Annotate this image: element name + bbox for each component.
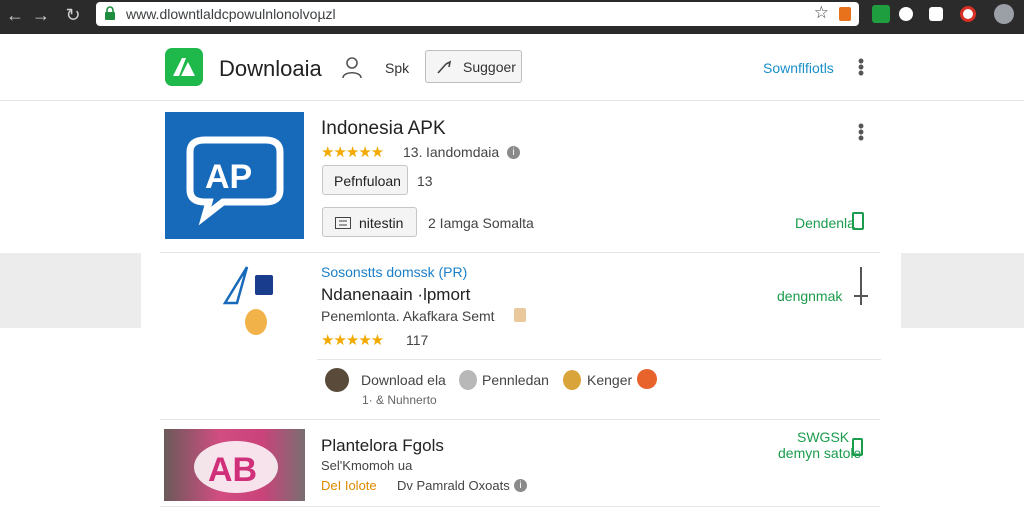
- download-link[interactable]: Dendenla: [795, 215, 855, 231]
- card1-more-icon[interactable]: • • •: [856, 117, 866, 147]
- details-button-label: nitestin: [359, 215, 404, 231]
- details-button[interactable]: nitestin: [322, 207, 417, 237]
- app-banner-image[interactable]: AB: [164, 429, 305, 501]
- download-link-line1[interactable]: SWGSK: [797, 429, 849, 445]
- info-icon[interactable]: i: [514, 479, 527, 492]
- app-subtitle: Sel'Kmomoh ua: [321, 458, 413, 473]
- url-text: www.dlowntlaldcpowulnlonolvoµzl: [126, 6, 336, 22]
- reviewer-name[interactable]: Pennledan: [482, 372, 549, 388]
- extension-icon[interactable]: [839, 7, 851, 21]
- reviewer-avatar[interactable]: [563, 370, 581, 390]
- lock-icon: [105, 6, 115, 20]
- share-icon: [437, 60, 452, 74]
- header-more-icon[interactable]: • • •: [856, 52, 866, 82]
- bookmark-star-icon[interactable]: ☆: [814, 3, 829, 23]
- app-tag: DeI Iolote: [321, 478, 377, 493]
- app-logo-icon: [223, 266, 273, 305]
- download-icon[interactable]: [852, 212, 864, 230]
- info-icon[interactable]: i: [507, 146, 520, 159]
- app-title[interactable]: Ndanenaain ·lpmort: [321, 285, 470, 305]
- card-divider: [160, 506, 880, 507]
- address-bar[interactable]: www.dlowntlaldcpowulnlonolvoµzl ☆: [96, 2, 859, 26]
- app-banner-art-icon: AB: [194, 441, 278, 493]
- rating-count: 117: [406, 332, 429, 348]
- reviewer-name[interactable]: Kenger: [587, 372, 632, 388]
- install-button[interactable]: Pefnfuloan: [322, 165, 408, 195]
- install-count: 13: [417, 173, 433, 189]
- reviewer-badge-icon: [637, 369, 657, 389]
- browser-toolbar: ← → ↻ www.dlowntlaldcpowulnlonolvoµzl ☆: [0, 0, 1024, 34]
- app-icon[interactable]: AP: [165, 112, 304, 239]
- download-icon[interactable]: [852, 438, 863, 456]
- extension-green-icon[interactable]: [872, 5, 890, 23]
- rating-stars: ★★★★★: [321, 144, 384, 161]
- app-chat-icon: AP: [186, 136, 284, 226]
- logo-mark-icon: [173, 58, 195, 76]
- reviewer-avatar[interactable]: [325, 368, 349, 392]
- rating-stars: ★★★★★: [321, 332, 384, 349]
- app-card-indonesia-apk[interactable]: AP Indonesia APK ★★★★★ 13. Iandomdaia i …: [160, 101, 880, 253]
- app-subtitle[interactable]: Sosonstts domssk (PR): [321, 264, 467, 280]
- header-right-link[interactable]: Sownflfiotls: [763, 60, 834, 76]
- svg-text:AP: AP: [205, 158, 252, 196]
- back-button[interactable]: ←: [4, 4, 26, 26]
- profile-avatar[interactable]: [994, 4, 1014, 24]
- rating-count: 13.: [403, 144, 423, 160]
- app-category: Iandomdaia: [426, 144, 500, 160]
- add-icon[interactable]: [854, 295, 868, 297]
- svg-text:AB: AB: [208, 451, 257, 489]
- review-meta: 1· & Nuhnerto: [362, 393, 437, 407]
- reviewer-name[interactable]: Download ela: [361, 372, 446, 388]
- card2-more-icon[interactable]: [860, 267, 862, 305]
- user-icon[interactable]: [341, 56, 363, 80]
- forward-button[interactable]: →: [30, 4, 52, 26]
- install-button-label: Pefnfuloan: [334, 173, 401, 189]
- suggest-label: Suggoer: [463, 59, 516, 75]
- card-divider: [160, 419, 880, 420]
- card-divider: [317, 359, 881, 360]
- site-brand[interactable]: Downloaia: [219, 56, 322, 82]
- extension-reader-icon[interactable]: [929, 7, 943, 21]
- header-link[interactable]: Spk: [385, 60, 409, 76]
- app-title[interactable]: Plantelora Fgols: [321, 436, 444, 456]
- app-card-ndanenaain[interactable]: Sosonstts domssk (PR) Ndanenaain ·lpmort…: [141, 253, 901, 418]
- list-icon: [335, 217, 351, 229]
- site-header: Downloaia Spk Suggoer Sownflfiotls • • •: [0, 34, 1024, 101]
- extension-clock-icon[interactable]: [960, 6, 976, 22]
- app-mascot-icon: [245, 309, 267, 335]
- suggest-button[interactable]: Suggoer: [425, 50, 522, 83]
- extension-puzzle-icon[interactable]: [899, 7, 913, 21]
- developer-badge-icon: [514, 308, 526, 322]
- reviewer-avatar[interactable]: [459, 370, 477, 390]
- app-title[interactable]: Indonesia APK: [321, 118, 446, 140]
- download-link-line2[interactable]: demyn satole: [778, 445, 861, 461]
- app-meta: 2 Iamga Somalta: [428, 215, 534, 231]
- app-developer: Penemlonta. Akafkara Semt: [321, 308, 495, 324]
- app-meta: Dv Pamrald Oxoats: [397, 478, 510, 493]
- site-logo[interactable]: [165, 48, 203, 86]
- reload-button[interactable]: ↻: [62, 4, 84, 26]
- download-link[interactable]: dengnmak: [777, 288, 842, 304]
